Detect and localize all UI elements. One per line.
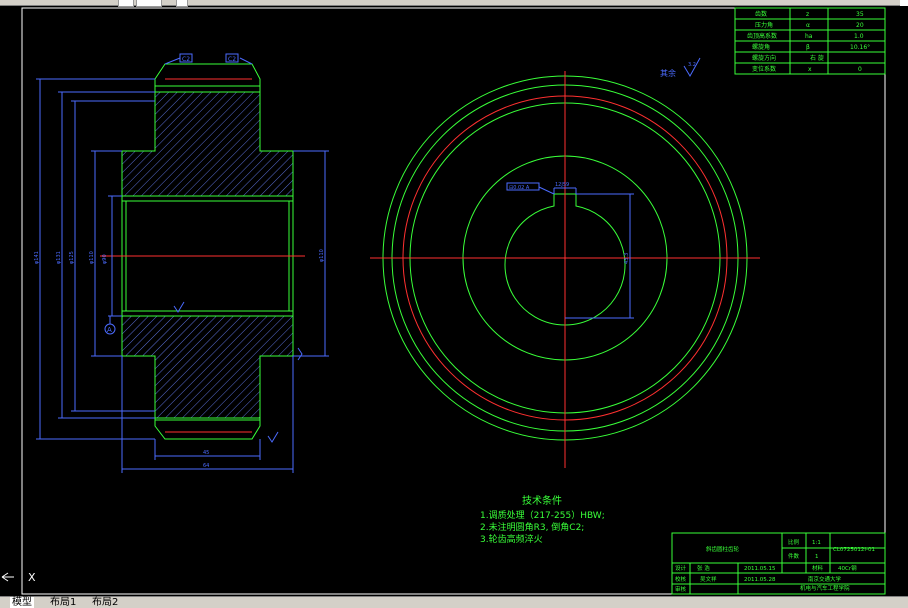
spec-symbol: α	[806, 22, 810, 29]
drawing-border	[21, 7, 886, 595]
keyway-tolerance-label: ⊟0.02 A	[509, 185, 530, 191]
spec-name: 压力角	[755, 21, 773, 29]
chamfer-label-right: C2	[228, 56, 236, 63]
svg-text:φ141: φ141	[34, 251, 40, 264]
key-depth-label: 43.3	[624, 253, 630, 264]
spec-name: 齿数	[755, 10, 767, 18]
roughness-value: 3.2	[688, 62, 696, 68]
tab-layout1[interactable]: 布局1	[48, 597, 78, 608]
tech-req-item: 3.轮齿高频淬火	[480, 533, 543, 545]
spec-symbol: β	[806, 44, 810, 51]
title-block	[671, 532, 886, 595]
drawing-number: CL0725012Ⅰ-01	[833, 547, 875, 553]
tab-layout2[interactable]: 布局2	[90, 597, 120, 608]
school-line1: 南京交通大学	[808, 575, 842, 583]
spec-name: 螺旋方向	[752, 54, 776, 62]
qty-value: 1	[815, 554, 819, 560]
svg-text:φ125: φ125	[69, 251, 75, 264]
design-date: 2011.05.15	[744, 566, 776, 572]
surface-note: 其余	[660, 68, 676, 78]
spec-name: 螺旋角	[752, 43, 770, 51]
datum-label: A	[107, 326, 112, 334]
spec-value: 10.16°	[850, 44, 870, 51]
checker-name: 吴文祥	[700, 575, 717, 583]
material-label: 材料	[812, 564, 824, 572]
svg-text:φ90: φ90	[102, 254, 108, 264]
ucs-x-label: X	[28, 571, 36, 584]
svg-text:φ131: φ131	[56, 251, 62, 264]
spec-value: 1.0	[854, 33, 864, 40]
part-name: 斜齿圆柱齿轮	[706, 545, 740, 553]
tech-req-title: 技术条件	[522, 494, 562, 507]
ucs-icon	[1, 572, 14, 582]
spec-symbol: ha	[805, 33, 813, 40]
spec-symbol: x	[808, 66, 812, 73]
spec-symbol: z	[806, 11, 809, 18]
gear-section-view: φ141 φ131 φ125 φ110 φ90 φ110 45 64 C2 C2…	[34, 53, 329, 473]
designer-label: 设计	[675, 564, 687, 572]
svg-text:φ110: φ110	[319, 249, 325, 262]
cad-drawing-canvas[interactable]: φ141 φ131 φ125 φ110 φ90 φ110 45 64 C2 C2…	[0, 6, 908, 595]
gear-front-view: 12JS9 ⊟0.02 A 43.3	[370, 71, 760, 468]
key-width-label: 12JS9	[555, 182, 569, 188]
review-label: 审核	[675, 585, 687, 593]
tech-req-item: 2.未注明圆角R3, 倒角C2;	[480, 521, 584, 533]
spec-value: 35	[856, 11, 864, 18]
spec-value: 20	[856, 22, 864, 29]
scale-label: 比例	[788, 538, 800, 546]
spec-value: 右 旋	[810, 54, 824, 62]
layout-tab-bar: 模型 布局1 布局2	[0, 596, 908, 608]
spec-name: 变位系数	[752, 65, 776, 73]
svg-text:φ110: φ110	[89, 251, 95, 264]
qty-label: 件数	[788, 552, 800, 560]
check-date: 2011.05.28	[744, 577, 776, 583]
scale-value: 1:1	[812, 540, 821, 546]
tab-model[interactable]: 模型	[10, 597, 34, 608]
tech-req-item: 1.调质处理（217-255）HBW;	[480, 509, 605, 521]
spec-value: 0	[858, 66, 862, 73]
svg-text:64: 64	[203, 463, 209, 469]
svg-text:45: 45	[203, 450, 209, 456]
material-value: 40Cr钢	[838, 564, 857, 572]
checker-label: 校核	[675, 575, 687, 583]
designer-name: 张 浩	[697, 564, 710, 572]
spec-name: 齿顶高系数	[747, 32, 777, 40]
school-line2: 机电与汽车工程学院	[800, 584, 850, 592]
chamfer-label-left: C2	[182, 56, 190, 63]
